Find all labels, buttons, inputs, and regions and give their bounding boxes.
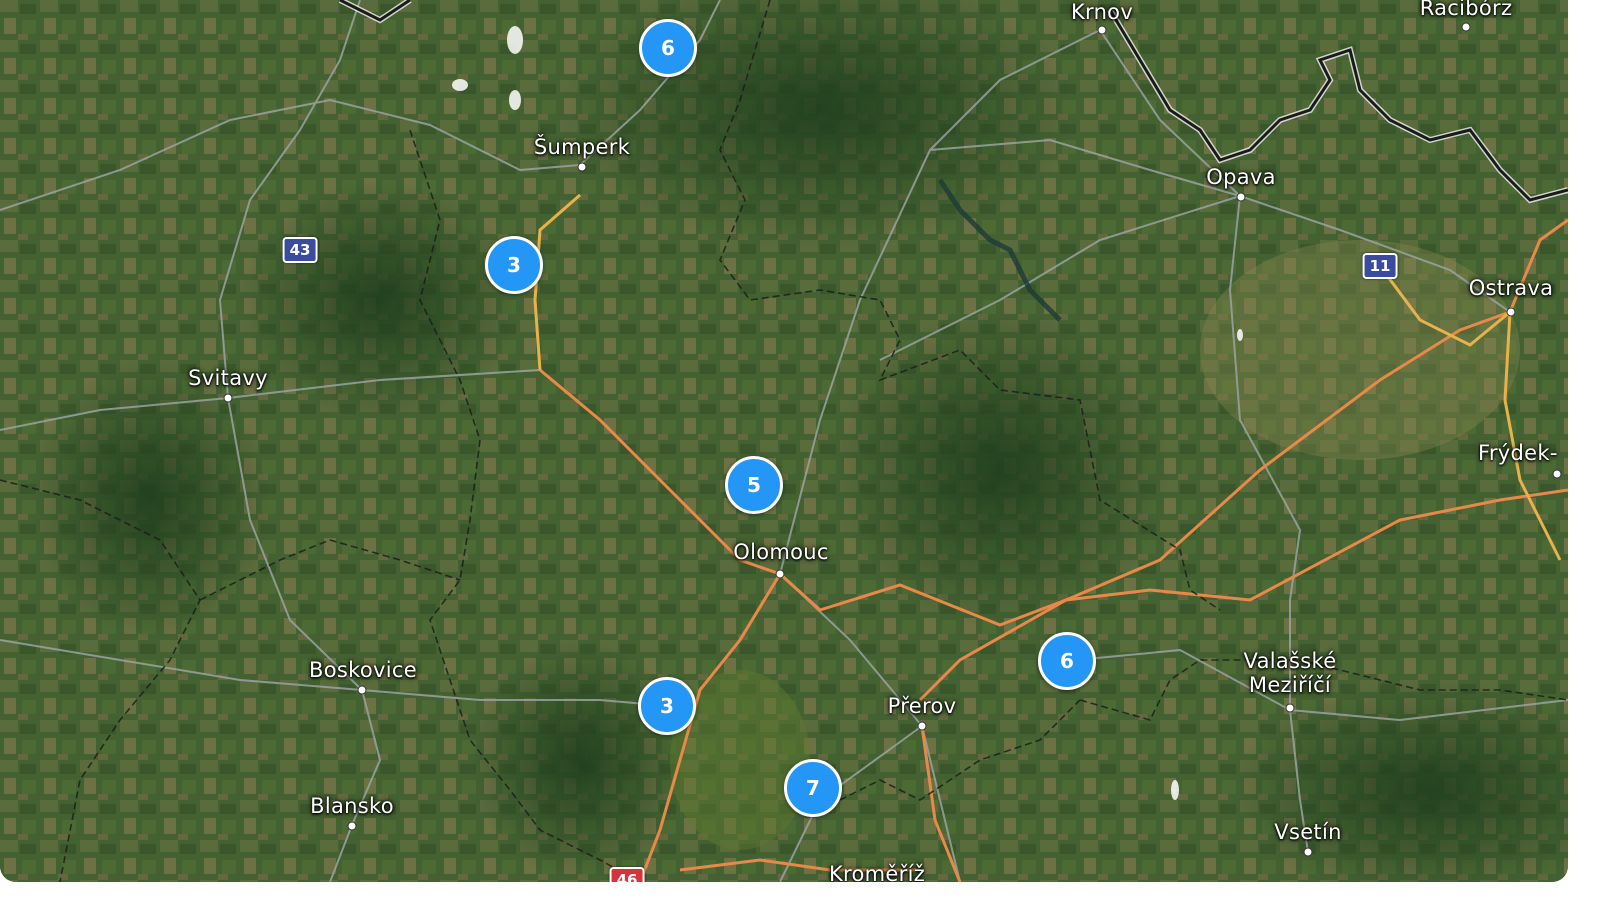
city-dot (1303, 847, 1313, 857)
place-label-kromeriz: Kroměříž (828, 862, 926, 882)
place-label-prerov: Přerov (887, 694, 957, 718)
city-dot (1552, 469, 1562, 479)
place-label-boskovice: Boskovice (309, 658, 417, 682)
cloud (507, 26, 523, 54)
satellite-map[interactable]: Krnov Racibórz Šumperk Opava Ostrava Svi… (0, 0, 1568, 882)
cloud (1171, 780, 1179, 800)
road-shield-43: 43 (282, 237, 318, 263)
map-terrain (0, 0, 1568, 882)
cluster-marker[interactable]: 6 (1038, 632, 1096, 690)
place-label-krnov: Krnov (1070, 0, 1134, 24)
road-shield-11: 11 (1362, 253, 1398, 279)
place-label-blansko: Blansko (310, 794, 394, 818)
city-dot (1506, 307, 1516, 317)
forest-area (470, 640, 690, 880)
cloud (509, 90, 521, 110)
city-dot (1461, 22, 1471, 32)
place-label-olomouc: Olomouc (733, 540, 829, 564)
cluster-marker[interactable]: 5 (725, 456, 783, 514)
place-label-svitavy: Svitavy (188, 366, 268, 390)
forest-area (240, 180, 520, 420)
city-dot (1236, 192, 1246, 202)
city-dot (347, 821, 357, 831)
farmland-area (1200, 240, 1520, 460)
cluster-marker[interactable]: 3 (485, 236, 543, 294)
cluster-marker[interactable]: 7 (784, 759, 842, 817)
city-dot (577, 162, 587, 172)
forest-area (830, 310, 1170, 630)
cloud (452, 79, 468, 91)
forest-area (30, 360, 270, 640)
city-dot (917, 721, 927, 731)
cluster-marker[interactable]: 6 (639, 19, 697, 77)
place-label-raciborz: Racibórz (1419, 0, 1513, 20)
place-label-sumperk: Šumperk (533, 135, 631, 159)
city-dot (1097, 25, 1107, 35)
place-label-frydek: Frýdek- (1478, 441, 1558, 465)
place-label-opava: Opava (1206, 165, 1276, 189)
place-label-valasske-mezirici: Valašské Meziříčí (1243, 649, 1337, 697)
place-label-ostrava: Ostrava (1468, 276, 1554, 300)
city-dot (223, 393, 233, 403)
cluster-marker[interactable]: 3 (638, 677, 696, 735)
place-label-vsetin: Vsetín (1274, 820, 1342, 844)
cloud (1237, 329, 1243, 341)
road-shield-46: 46 (609, 867, 645, 882)
city-dot (1285, 703, 1295, 713)
city-dot (775, 569, 785, 579)
city-dot (357, 685, 367, 695)
